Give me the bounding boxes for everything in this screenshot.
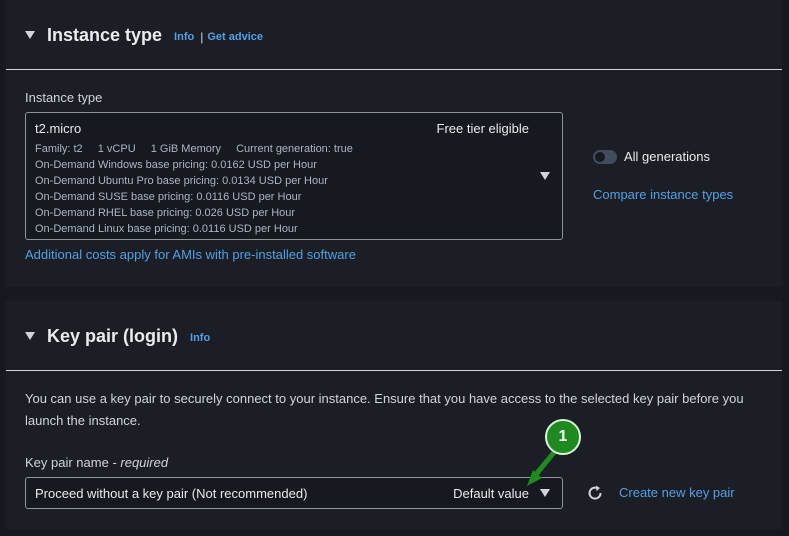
annotation-badge: 1 <box>545 419 581 455</box>
annotation-arrow <box>527 448 558 486</box>
